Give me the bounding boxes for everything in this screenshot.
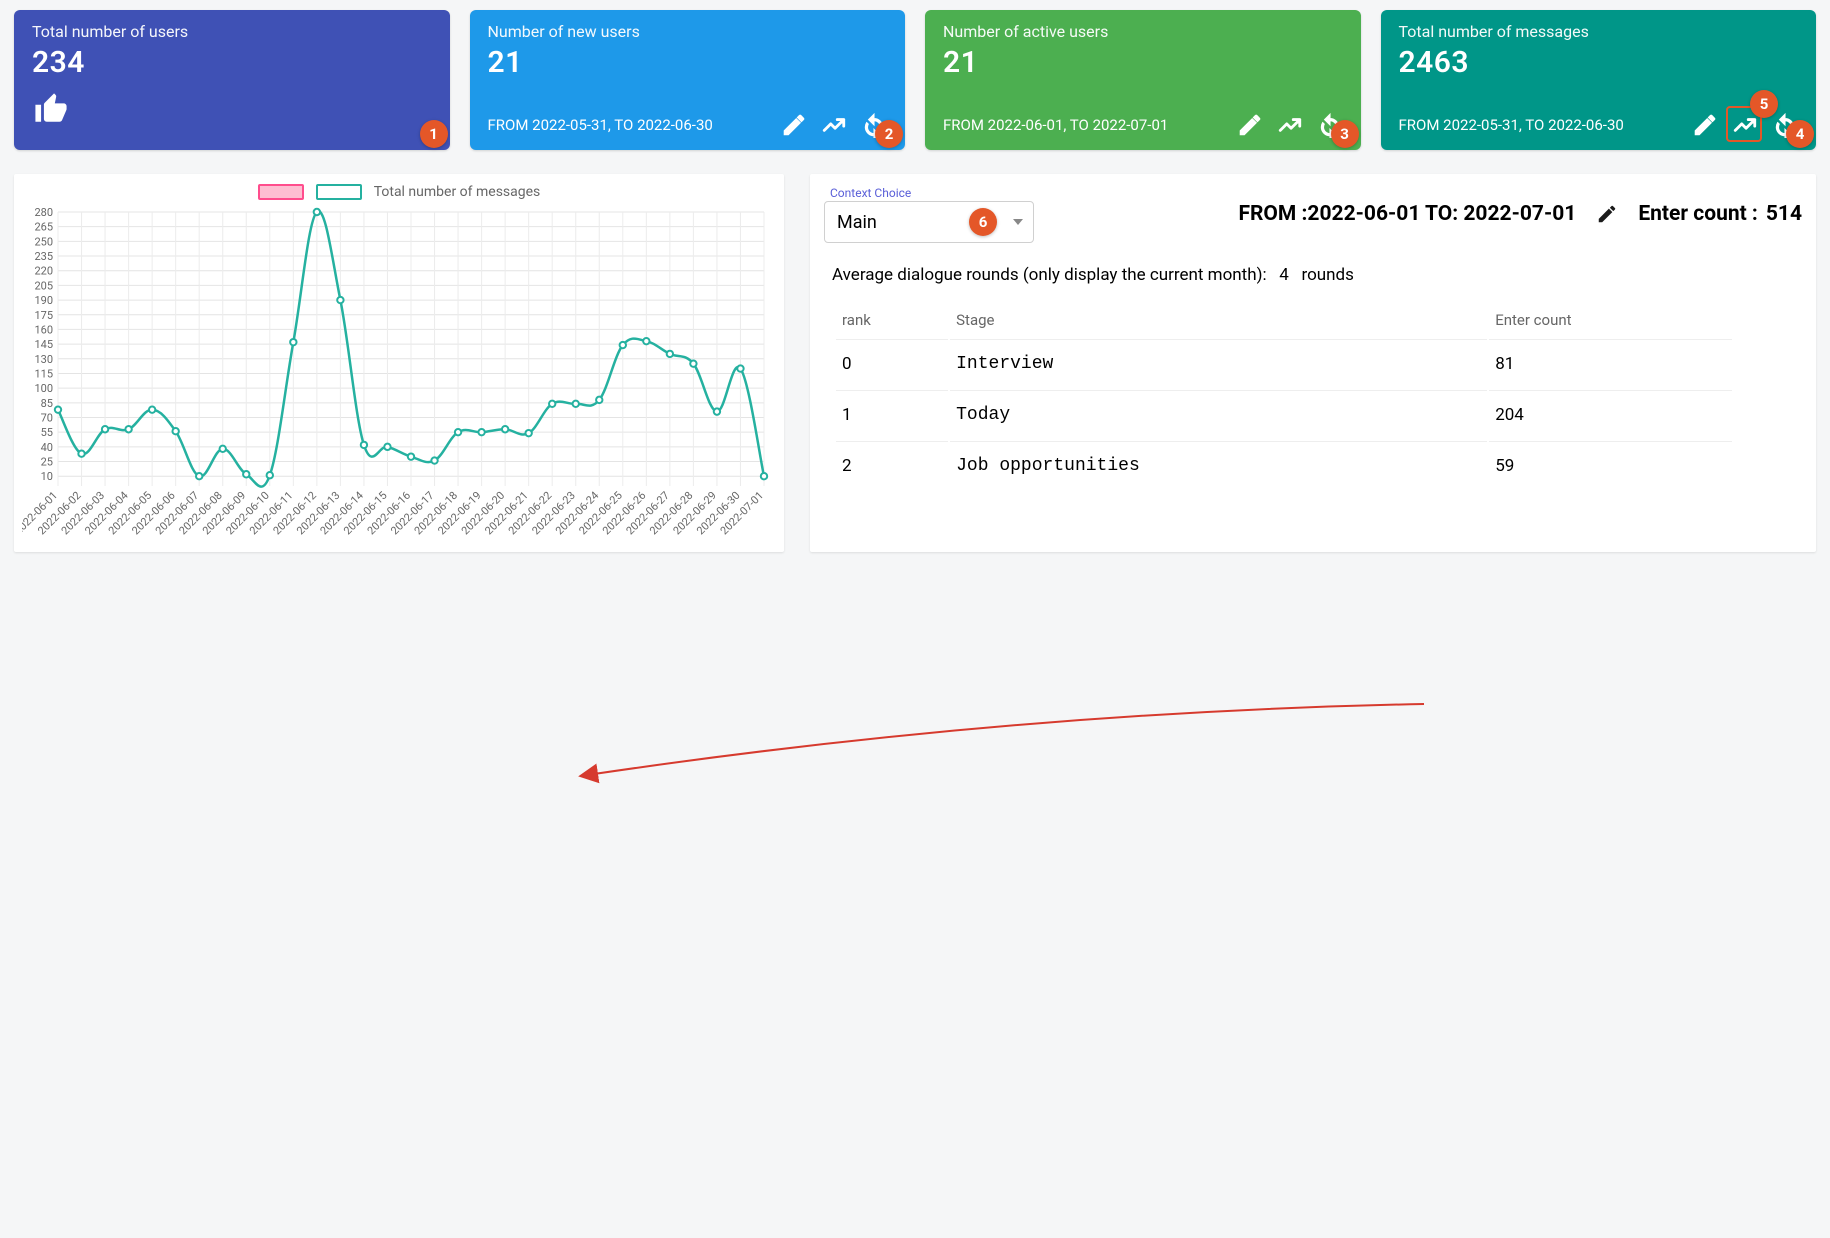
svg-text:115: 115 bbox=[34, 367, 53, 380]
context-choice-label: Context Choice bbox=[830, 186, 1034, 200]
card-title: Total number of messages bbox=[1399, 22, 1799, 41]
enter-count-value: 514 bbox=[1766, 202, 1802, 226]
from-to-label: FROM :2022-06-01 TO: 2022-07-01 bbox=[1238, 202, 1576, 226]
callout-badge-5: 5 bbox=[1750, 90, 1778, 118]
svg-text:85: 85 bbox=[41, 397, 53, 410]
svg-text:70: 70 bbox=[41, 412, 53, 425]
callout-badge-2: 2 bbox=[875, 120, 903, 148]
chevron-down-icon bbox=[1013, 219, 1023, 225]
cell-rank: 2 bbox=[836, 441, 948, 490]
trend-icon[interactable] bbox=[1277, 112, 1303, 138]
thumb-up-icon bbox=[34, 92, 68, 126]
svg-text:100: 100 bbox=[34, 382, 53, 395]
table-row: 1Today204 bbox=[836, 390, 1732, 439]
chart-container: Total number of messages 1025 40 5570 85 100… bbox=[14, 174, 784, 552]
card-range: FROM 2022-05-31, TO 2022-06-30 bbox=[488, 116, 768, 134]
col-enter-count: Enter count bbox=[1489, 303, 1732, 337]
svg-text:235: 235 bbox=[34, 250, 53, 263]
cell-enter-count: 81 bbox=[1489, 339, 1732, 388]
stat-card-2: Number of active users 21 FROM 2022-06-01,… bbox=[925, 10, 1361, 150]
stat-card-0: Total number of users 234 bbox=[14, 10, 450, 150]
legend-swatch-pink bbox=[258, 184, 304, 200]
line-chart: 1025 40 5570 85 100 115130 145 160175 190 205220 2… bbox=[22, 206, 772, 546]
col-stage: Stage bbox=[950, 303, 1487, 337]
card-range: FROM 2022-05-31, TO 2022-06-30 bbox=[1399, 116, 1679, 134]
chart-legend: Total number of messages bbox=[22, 184, 776, 200]
table-row: 0Interview81 bbox=[836, 339, 1732, 388]
pencil-icon[interactable] bbox=[781, 112, 807, 138]
details-panel: Context Choice Main 6 FROM :2022-06-01 T… bbox=[810, 174, 1816, 552]
card-range: FROM 2022-06-01, TO 2022-07-01 bbox=[943, 116, 1223, 134]
svg-text:55: 55 bbox=[41, 426, 53, 439]
legend-swatch-teal bbox=[316, 184, 362, 200]
svg-text:130: 130 bbox=[34, 353, 53, 366]
card-title: Number of active users bbox=[943, 22, 1343, 41]
avg-dialogue-label: Average dialogue rounds (only display th… bbox=[832, 265, 1794, 285]
card-value: 21 bbox=[943, 45, 1343, 80]
callout-badge-6: 6 bbox=[969, 208, 997, 236]
card-value: 2463 bbox=[1399, 45, 1799, 80]
svg-text:190: 190 bbox=[34, 294, 53, 307]
col-rank: rank bbox=[836, 303, 948, 337]
cell-enter-count: 59 bbox=[1489, 441, 1732, 490]
enter-count-label: Enter count : bbox=[1638, 202, 1758, 226]
table-row: 2Job opportunities59 bbox=[836, 441, 1732, 490]
cell-stage: Job opportunities bbox=[950, 441, 1487, 490]
pencil-icon[interactable] bbox=[1596, 203, 1618, 225]
cell-rank: 1 bbox=[836, 390, 948, 439]
cell-enter-count: 204 bbox=[1489, 390, 1732, 439]
svg-text:25: 25 bbox=[41, 456, 53, 469]
cell-stage: Today bbox=[950, 390, 1487, 439]
stat-card-1: Number of new users 21 FROM 2022-05-31, TO… bbox=[470, 10, 906, 150]
svg-text:220: 220 bbox=[34, 265, 53, 278]
context-choice-select[interactable]: Main 6 bbox=[824, 201, 1034, 243]
callout-badge-3: 3 bbox=[1331, 120, 1359, 148]
svg-text:160: 160 bbox=[34, 323, 53, 336]
card-value: 234 bbox=[32, 45, 432, 80]
svg-text:205: 205 bbox=[34, 279, 53, 292]
pencil-icon[interactable] bbox=[1237, 112, 1263, 138]
svg-text:280: 280 bbox=[34, 206, 53, 219]
legend-label: Total number of messages bbox=[374, 184, 541, 200]
cell-rank: 0 bbox=[836, 339, 948, 388]
svg-text:250: 250 bbox=[34, 235, 53, 248]
context-choice-value: Main bbox=[837, 212, 877, 233]
callout-badge-1: 1 bbox=[420, 120, 448, 148]
stage-table: rankStageEnter count 0Interview811Today2… bbox=[834, 301, 1734, 492]
card-title: Number of new users bbox=[488, 22, 888, 41]
svg-text:40: 40 bbox=[41, 441, 53, 454]
trend-icon[interactable] bbox=[821, 112, 847, 138]
callout-arrow bbox=[14, 552, 1830, 1238]
callout-badge-4: 4 bbox=[1786, 120, 1814, 148]
cell-stage: Interview bbox=[950, 339, 1487, 388]
svg-text:145: 145 bbox=[34, 338, 53, 351]
svg-text:265: 265 bbox=[34, 221, 53, 234]
svg-text:10: 10 bbox=[41, 470, 53, 483]
svg-text:175: 175 bbox=[34, 309, 53, 322]
pencil-icon[interactable] bbox=[1692, 112, 1718, 138]
card-value: 21 bbox=[488, 45, 888, 80]
card-title: Total number of users bbox=[32, 22, 432, 41]
